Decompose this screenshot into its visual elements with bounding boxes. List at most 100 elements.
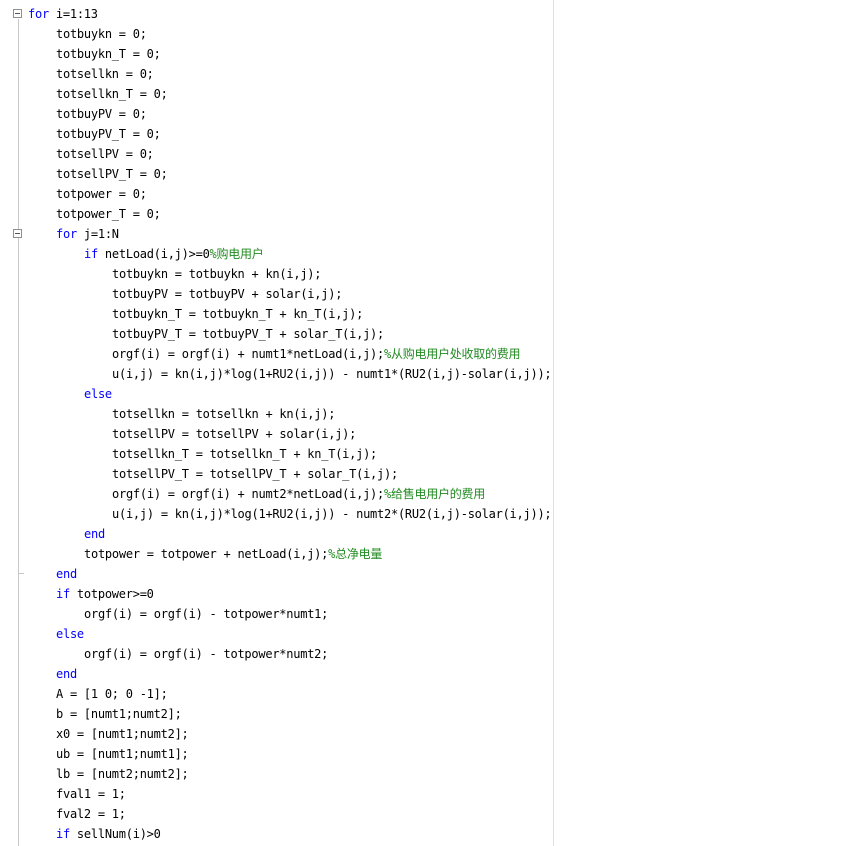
code-line[interactable]: u(i,j) = kn(i,j)*log(1+RU2(i,j)) - numt2… [112,504,552,524]
code-token: totsellPV = totsellPV + solar(i,j); [112,427,357,441]
code-token: totpower = 0; [56,187,147,201]
code-token: u(i,j) = kn(i,j)*log(1+RU2(i,j)) - numt1… [112,367,552,381]
code-line[interactable]: totsellPV_T = totsellPV_T + solar_T(i,j)… [112,464,398,484]
keyword-token: if [84,247,98,261]
code-line[interactable]: A = [1 0; 0 -1]; [56,684,168,704]
code-token: fval2 = 1; [56,807,126,821]
code-token: totpower = totpower + netLoad(i,j); [84,547,329,561]
code-line[interactable]: totpower = 0; [56,184,147,204]
code-line[interactable]: lb = [numt2;numt2]; [56,764,189,784]
code-line[interactable]: x0 = [numt1;numt2]; [56,724,189,744]
code-line[interactable]: ub = [numt1;numt1]; [56,744,189,764]
code-line[interactable]: totbuykn_T = 0; [56,44,161,64]
code-line[interactable]: if sellNum(i)>0 [56,824,161,844]
code-line[interactable]: totsellkn_T = 0; [56,84,168,104]
code-token: orgf(i) = orgf(i) + numt1*netLoad(i,j); [112,347,385,361]
code-line[interactable]: totsellPV = totsellPV + solar(i,j); [112,424,356,444]
code-token: sellNum(i)>0 [69,827,161,841]
code-token: u(i,j) = kn(i,j)*log(1+RU2(i,j)) - numt2… [112,507,552,521]
code-line[interactable]: totsellPV = 0; [56,144,154,164]
code-token: orgf(i) = orgf(i) - totpower*numt2; [84,647,329,661]
keyword-token: for [28,7,49,21]
code-line[interactable]: for i=1:13 [28,4,98,24]
code-line[interactable]: totpower = totpower + netLoad(i,j);%总净电量 [84,544,382,564]
code-line[interactable]: if netLoad(i,j)>=0%购电用户 [84,244,264,264]
code-line[interactable]: totpower_T = 0; [56,204,161,224]
minus-box-icon[interactable] [13,229,22,238]
code-line[interactable]: totbuyPV = totbuyPV + solar(i,j); [112,284,342,304]
code-line[interactable]: orgf(i) = orgf(i) - totpower*numt2; [84,644,328,664]
code-token: totsellPV_T = totsellPV_T + solar_T(i,j)… [112,467,398,481]
code-token: netLoad(i,j)>=0 [97,247,210,261]
keyword-token: else [56,627,84,641]
code-token: totsellPV_T = 0; [56,167,168,181]
code-token: totsellkn = 0; [56,67,154,81]
code-line[interactable]: if totpower>=0 [56,584,154,604]
code-token: totbuykn = 0; [56,27,147,41]
comment-token: %购电用户 [209,247,264,261]
keyword-token: end [56,667,77,681]
code-line[interactable]: orgf(i) = orgf(i) + numt2*netLoad(i,j);%… [112,484,485,504]
code-line[interactable]: end [56,564,77,584]
code-token: ub = [numt1;numt1]; [56,747,189,761]
code-line[interactable]: orgf(i) = orgf(i) + numt1*netLoad(i,j);%… [112,344,521,364]
comment-token: %从购电用户处收取的费用 [384,347,521,361]
code-token: totsellkn_T = totsellkn_T + kn_T(i,j); [112,447,378,461]
code-line[interactable]: totsellPV_T = 0; [56,164,168,184]
right-margin-line [553,0,554,846]
minus-box-icon[interactable] [13,9,22,18]
code-token: orgf(i) = orgf(i) + numt2*netLoad(i,j); [112,487,385,501]
code-line[interactable]: orgf(i) = orgf(i) - totpower*numt1; [84,604,328,624]
code-token: totbuykn_T = totbuykn_T + kn_T(i,j); [112,307,364,321]
code-editor[interactable]: for i=1:13 totbuykn = 0; totbuykn_T = 0; to… [0,0,847,846]
code-line[interactable]: totbuykn_T = totbuykn_T + kn_T(i,j); [112,304,363,324]
code-token: totbuykn_T = 0; [56,47,161,61]
code-line[interactable]: for j=1:N [56,224,119,244]
code-token: i=1:13 [48,7,98,21]
code-token: totsellkn = totsellkn + kn(i,j); [112,407,336,421]
code-line[interactable]: totbuykn = 0; [56,24,147,44]
keyword-token: if [56,827,70,841]
code-token: totsellkn_T = 0; [56,87,168,101]
keyword-token: else [84,387,112,401]
fold-guide-outer [18,19,19,846]
code-line[interactable]: totbuykn = totbuykn + kn(i,j); [112,264,322,284]
keyword-token: for [56,227,77,241]
keyword-token: if [56,587,70,601]
code-line[interactable]: u(i,j) = kn(i,j)*log(1+RU2(i,j)) - numt1… [112,364,552,384]
comment-token: %给售电用户的费用 [384,487,485,501]
code-token: totbuyPV = 0; [56,107,147,121]
code-line[interactable]: totbuyPV_T = 0; [56,124,161,144]
code-line[interactable]: end [56,664,77,684]
code-token: A = [1 0; 0 -1]; [56,687,168,701]
code-line[interactable]: end [84,524,105,544]
fold-end-marker [18,573,24,574]
comment-token: %总净电量 [328,547,383,561]
code-line[interactable]: totsellkn = 0; [56,64,154,84]
code-line[interactable]: b = [numt1;numt2]; [56,704,182,724]
keyword-token: end [84,527,105,541]
code-token: lb = [numt2;numt2]; [56,767,189,781]
code-line[interactable]: else [84,384,112,404]
code-token: j=1:N [76,227,119,241]
code-token: totsellPV = 0; [56,147,154,161]
code-line[interactable]: fval2 = 1; [56,804,126,824]
code-token: totpower>=0 [69,587,154,601]
code-token: totpower_T = 0; [56,207,161,221]
code-line[interactable]: fval1 = 1; [56,784,126,804]
code-token: totbuyPV_T = 0; [56,127,161,141]
fold-gutter [0,0,25,846]
code-line[interactable]: totsellkn_T = totsellkn_T + kn_T(i,j); [112,444,377,464]
code-token: totbuyPV_T = totbuyPV_T + solar_T(i,j); [112,327,385,341]
code-line[interactable]: totbuyPV = 0; [56,104,147,124]
code-token: x0 = [numt1;numt2]; [56,727,189,741]
code-token: b = [numt1;numt2]; [56,707,182,721]
code-token: totbuykn = totbuykn + kn(i,j); [112,267,322,281]
code-line[interactable]: totbuyPV_T = totbuyPV_T + solar_T(i,j); [112,324,384,344]
code-token: fval1 = 1; [56,787,126,801]
keyword-token: end [56,567,77,581]
code-token: orgf(i) = orgf(i) - totpower*numt1; [84,607,329,621]
code-line[interactable]: totsellkn = totsellkn + kn(i,j); [112,404,335,424]
code-line[interactable]: else [56,624,84,644]
code-token: totbuyPV = totbuyPV + solar(i,j); [112,287,343,301]
